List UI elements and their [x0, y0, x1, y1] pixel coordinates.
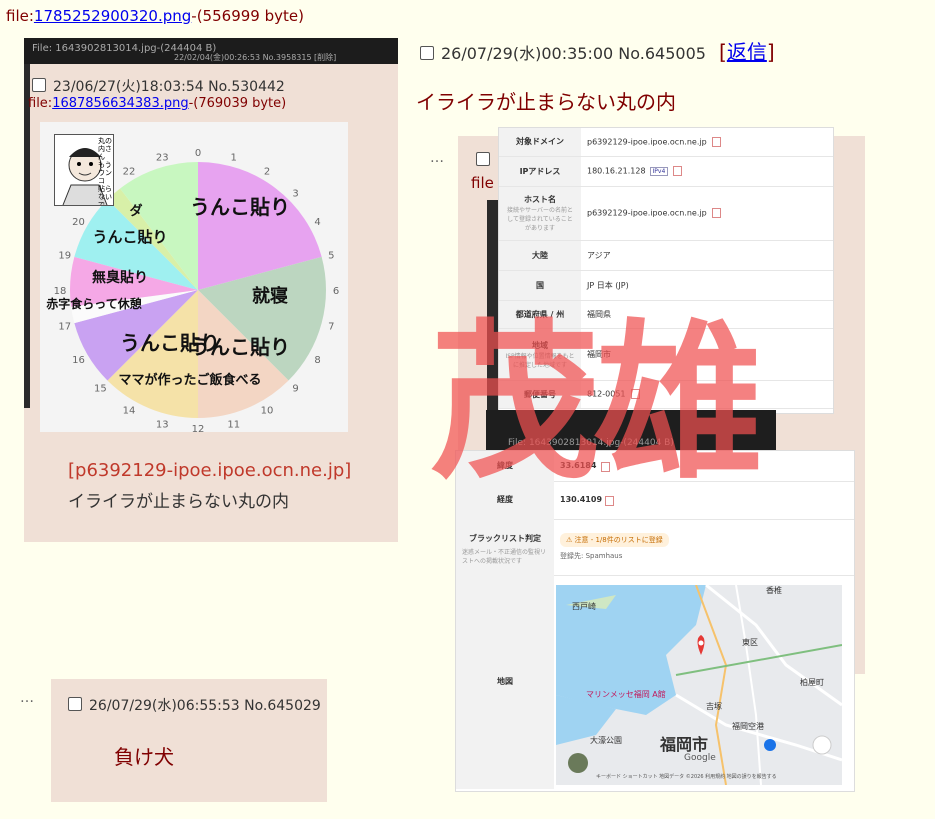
hour-tick-label: 3 [292, 188, 298, 199]
hour-tick-label: 1 [231, 153, 237, 164]
reply-return: [返信] [719, 40, 775, 64]
map-view[interactable]: 西戸崎 香椎 東区 柏屋町 マリンメッセ福岡 A館 吉塚 福岡空港 大濠公園 福… [556, 585, 842, 785]
pie-slice-label: ダ [129, 203, 142, 219]
hour-tick-label: 11 [227, 419, 240, 430]
copy-icon[interactable] [711, 208, 721, 218]
hour-tick-label: 23 [156, 153, 169, 164]
hour-tick-label: 9 [292, 384, 298, 395]
hour-tick-label: 7 [328, 322, 334, 333]
hour-tick-label: 15 [94, 384, 107, 395]
info-key: 大陸 [499, 240, 581, 271]
posted-image[interactable]: File: 1643902813014.jpg-(244404 B) 22/02… [24, 38, 398, 542]
reply-checkbox[interactable] [420, 46, 434, 60]
blacklist-warning: ⚠ 注意 - 1/8件のリストに登録 [560, 533, 669, 547]
info-value: 180.16.21.128 IPv4 [581, 156, 833, 187]
pie-slice-label: ママが作ったご飯食べる [118, 372, 261, 388]
bottom-reply-message: 負け犬 [114, 745, 174, 769]
manga-panel: 丸の内さん もうウンコ 貼らないで 下さいね [54, 134, 114, 206]
reply-message: イライラが止まらない丸の内 [416, 90, 676, 114]
hour-tick-label: 2 [264, 166, 270, 177]
info-value: アジア [581, 240, 833, 271]
bottom-reply-header: 26/07/29(水)06:55:53 No.645029 [68, 695, 321, 715]
info-key: ホスト名 接続やサーバーの名前として登録されていることがあります [499, 186, 581, 241]
pie-chart-image: 01234567891011121314151617181920212223うん… [40, 122, 348, 435]
hour-tick-label: 18 [54, 286, 67, 297]
inner-ip: [p6392129-ipoe.ipoe.ocn.ne.jp] [68, 460, 352, 481]
pie-slice-label: 就寝 [252, 285, 288, 307]
info-value: p6392129-ipoe.ipoe.ocn.ne.jp [581, 128, 833, 157]
bottom-indent-dots: … [20, 690, 34, 706]
info-key: 国 [499, 270, 581, 301]
hour-tick-label: 20 [72, 217, 85, 228]
hour-tick-label: 12 [192, 424, 205, 432]
copy-icon[interactable] [711, 136, 721, 147]
hour-tick-label: 13 [156, 419, 169, 430]
hour-tick-label: 8 [314, 355, 320, 366]
inner-message: イライラが止まらない丸の内 [68, 492, 289, 512]
file-link[interactable]: 1785252900320.png [34, 7, 191, 25]
pie-slice-label: 赤字食らって休憩 [46, 296, 141, 311]
pie-slice-label: 無臭貼り [92, 269, 148, 286]
info-key: IPアドレス [499, 156, 581, 187]
ip-version-badge: IPv4 [649, 167, 669, 177]
bottom-reply: 26/07/29(水)06:55:53 No.645029 負け犬 [51, 679, 327, 802]
pie-slice-label: うんこ貼り [92, 228, 167, 246]
hour-tick-label: 10 [261, 406, 274, 417]
file-line: file:1785252900320.png-(556999 byte) [6, 7, 304, 25]
inner-file-line: file:1687856634383.png-(769039 byte) [28, 96, 287, 111]
reply-header: 26/07/29(水)00:35:00 No.645005 [返信] [420, 36, 775, 65]
pie-slice-label: うんこ貼り [190, 195, 290, 219]
hour-tick-label: 17 [58, 322, 71, 333]
inner-checkbox [32, 78, 46, 92]
hour-tick-label: 16 [72, 355, 85, 366]
hour-tick-label: 19 [58, 250, 71, 261]
hour-tick-label: 0 [195, 148, 201, 159]
info-key-note: 接続やサーバーの名前として登録されていることがあります [507, 207, 573, 232]
bottom-checkbox[interactable] [68, 697, 82, 711]
info-row: 対象ドメイン p6392129-ipoe.ipoe.ocn.ne.jp [499, 128, 833, 157]
name-stamp: 茂雄 [430, 303, 764, 503]
quoted-checkbox [476, 152, 490, 166]
pie-slice-label: うんこ貼り [190, 335, 290, 359]
info-row: IPアドレス 180.16.21.128 IPv4 [499, 156, 833, 187]
info-value: p6392129-ipoe.ipoe.ocn.ne.jp [581, 186, 833, 241]
hour-tick-label: 22 [123, 166, 136, 177]
hour-tick-label: 14 [123, 406, 136, 417]
dark-edge [24, 64, 30, 408]
info-row: ホスト名 接続やサーバーの名前として登録されていることがあります p6392129-… [499, 186, 833, 241]
reply-indent-dots: … [430, 150, 444, 166]
hour-tick-label: 5 [328, 250, 334, 261]
image-top-strip: File: 1643902813014.jpg-(244404 B) 22/02… [24, 38, 398, 64]
hour-tick-label: 4 [314, 217, 320, 228]
hour-tick-label: 6 [333, 286, 339, 297]
inner-post-header: 23/06/27(火)18:03:54 No.530442 [32, 76, 285, 96]
return-link[interactable]: 返信 [727, 40, 767, 64]
info-row: 大陸 アジア [499, 240, 833, 271]
copy-icon[interactable] [673, 165, 683, 176]
info-row: 国 JP 日本 (JP) [499, 270, 833, 301]
info-key: 対象ドメイン [499, 128, 581, 157]
info-value: JP 日本 (JP) [581, 270, 833, 301]
